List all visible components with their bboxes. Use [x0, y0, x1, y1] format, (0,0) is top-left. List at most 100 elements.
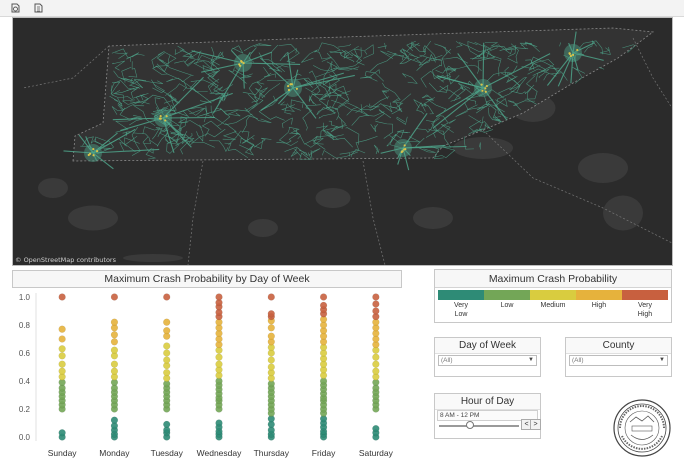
hotspot-dot: [295, 87, 298, 90]
data-point[interactable]: [163, 420, 171, 429]
data-point[interactable]: [267, 363, 275, 371]
chevron-down-icon[interactable]: ▼: [659, 356, 665, 365]
hour-of-day-title: Hour of Day: [435, 394, 540, 410]
map-terrain-patch: [248, 219, 278, 237]
map-terrain-patch: [603, 195, 643, 231]
x-tick-label: Saturday: [359, 448, 394, 458]
legend-label: Very Low: [453, 302, 468, 318]
city-cluster: [474, 79, 492, 97]
data-point[interactable]: [58, 335, 66, 343]
data-point[interactable]: [372, 425, 380, 433]
hotspot-dot: [92, 147, 95, 151]
data-point[interactable]: [58, 367, 66, 375]
data-point[interactable]: [372, 360, 380, 368]
county-filter: County (All) ▼: [565, 337, 672, 377]
y-tick-label: 0.8: [19, 321, 31, 330]
data-point[interactable]: [267, 324, 275, 332]
refresh-icon[interactable]: [9, 2, 21, 14]
day-of-week-filter: Day of Week (All) ▼: [434, 337, 541, 377]
hotspot-dot: [96, 149, 99, 153]
data-point[interactable]: [110, 293, 119, 301]
legend-label: Low: [500, 302, 514, 309]
day-of-week-dropdown[interactable]: (All) ▼: [438, 355, 537, 366]
hotspot-dot: [572, 53, 575, 57]
map-canvas[interactable]: [13, 18, 672, 265]
y-tick-label: 0.0: [19, 433, 31, 442]
data-point[interactable]: [163, 318, 171, 326]
data-point[interactable]: [110, 360, 119, 368]
legend-swatch: [622, 290, 668, 300]
data-point[interactable]: [319, 301, 328, 310]
legend-title: Maximum Crash Probability: [435, 270, 671, 288]
map-terrain-patch: [413, 207, 453, 229]
hour-slider-thumb[interactable]: [466, 421, 474, 429]
data-point[interactable]: [58, 345, 66, 353]
data-point[interactable]: [267, 310, 275, 318]
x-tick-label: Thursday: [254, 448, 290, 458]
data-point[interactable]: [267, 293, 275, 301]
city-cluster: [284, 79, 302, 97]
data-point[interactable]: [163, 293, 171, 301]
data-point[interactable]: [58, 352, 66, 360]
hotspot-dot: [165, 115, 168, 118]
hotspot-dot: [403, 144, 406, 147]
legend-swatch: [576, 290, 622, 300]
data-point[interactable]: [372, 367, 380, 375]
data-point[interactable]: [372, 307, 380, 315]
data-point[interactable]: [110, 338, 119, 346]
probability-legend: Maximum Crash Probability Very Low Low Medi…: [434, 269, 672, 323]
tennessee-seal-logo: [613, 399, 671, 457]
legend-labels: Very Low Low Medium High Very High: [438, 301, 668, 319]
data-point[interactable]: [163, 349, 171, 357]
data-point[interactable]: [372, 293, 380, 301]
map-terrain-patch: [315, 188, 351, 208]
data-point[interactable]: [372, 300, 380, 308]
hotspot-dot: [92, 154, 95, 157]
hotspot-dot: [568, 52, 571, 56]
data-point[interactable]: [215, 293, 223, 301]
y-tick-label: 1.0: [19, 293, 31, 302]
data-point[interactable]: [110, 331, 119, 339]
data-point[interactable]: [163, 356, 171, 364]
data-point[interactable]: [319, 293, 328, 301]
hotspot-dot: [87, 153, 90, 157]
data-point[interactable]: [110, 318, 119, 326]
data-point[interactable]: [110, 416, 119, 424]
data-point[interactable]: [58, 429, 66, 437]
county-dropdown[interactable]: (All) ▼: [569, 355, 668, 366]
data-point[interactable]: [215, 353, 223, 361]
data-point[interactable]: [372, 353, 380, 361]
data-point[interactable]: [110, 346, 119, 354]
hour-next-button[interactable]: >: [530, 419, 541, 430]
city-cluster: [154, 109, 172, 127]
legend-swatch: [530, 290, 576, 300]
legend-label: High: [591, 302, 607, 309]
county-value: (All): [572, 357, 584, 364]
data-point[interactable]: [163, 326, 171, 335]
data-point[interactable]: [58, 293, 66, 301]
y-tick-label: 0.4: [19, 377, 31, 386]
data-point[interactable]: [163, 368, 171, 377]
data-point[interactable]: [58, 360, 66, 368]
chevron-down-icon[interactable]: ▼: [528, 356, 534, 365]
data-point[interactable]: [110, 367, 119, 375]
hour-slider-track[interactable]: [439, 425, 519, 427]
data-point[interactable]: [215, 419, 223, 427]
data-point[interactable]: [163, 342, 171, 350]
data-point[interactable]: [215, 360, 223, 368]
map-terrain-patch: [453, 137, 513, 159]
map-attribution[interactable]: © OpenStreetMap contributors: [15, 256, 116, 264]
hotspot-dot: [287, 88, 291, 92]
data-point[interactable]: [58, 325, 66, 333]
hotspot-dot: [400, 150, 403, 154]
crash-probability-scatter[interactable]: 0.0 0.2 0.4 0.6 0.8 1.0 Sunday Monday Tuesday Wed…: [12, 289, 404, 461]
revert-icon[interactable]: [32, 2, 44, 14]
crash-map[interactable]: © OpenStreetMap contributors: [12, 17, 673, 266]
legend-label: Very High: [637, 302, 653, 318]
hotspot-dot: [485, 84, 488, 88]
x-tick-label: Sunday: [48, 448, 78, 458]
y-tick-label: 0.2: [19, 405, 31, 414]
hotspot-dot: [240, 60, 243, 63]
data-point[interactable]: [267, 356, 275, 364]
data-point[interactable]: [267, 332, 275, 340]
